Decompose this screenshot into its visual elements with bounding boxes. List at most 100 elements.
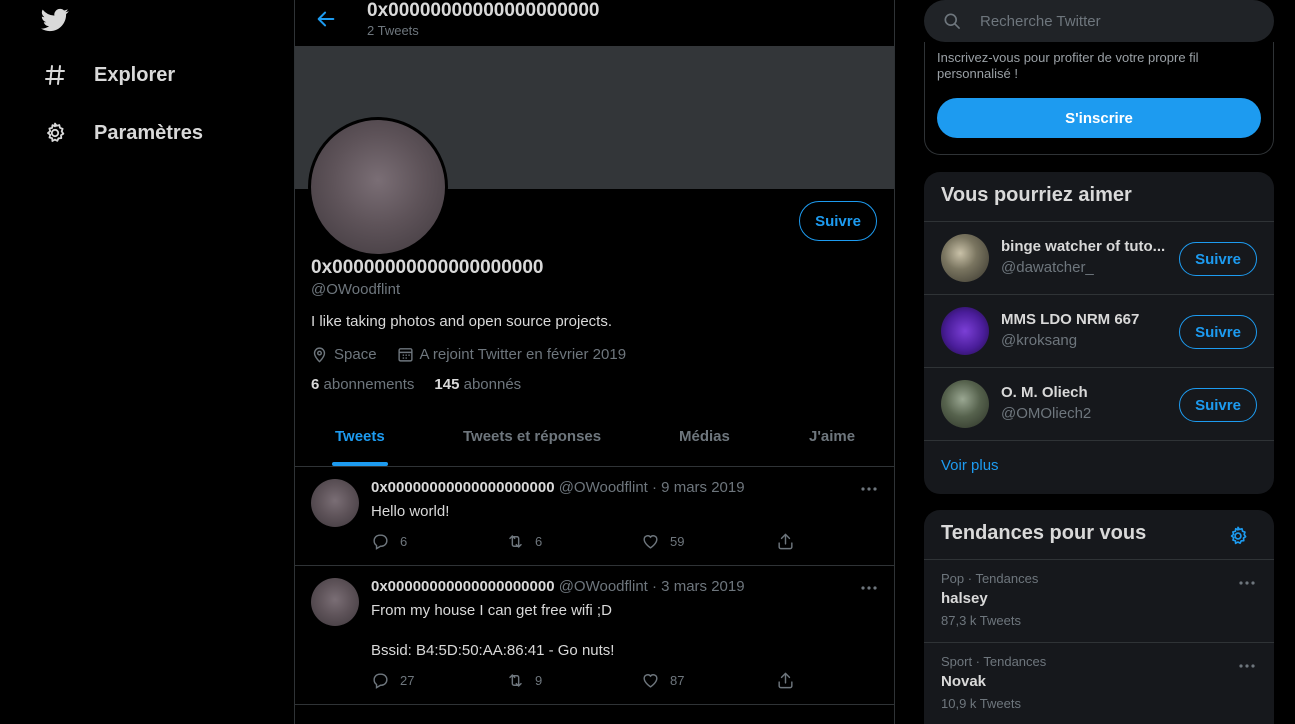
- share-button[interactable]: [776, 671, 911, 690]
- tweet-author-name[interactable]: 0x00000000000000000000: [371, 578, 555, 595]
- nav-item-explorer[interactable]: Explorer: [40, 55, 175, 95]
- reply-icon: [371, 671, 390, 690]
- tweet-text-line: From my house I can get free wifi ;D: [371, 602, 612, 619]
- tweet-text: Hello world!: [371, 503, 450, 520]
- heart-icon: [641, 671, 660, 690]
- trends-card: Tendances pour vous Pop · Tendances hals…: [924, 510, 1274, 724]
- search-icon: [942, 11, 962, 31]
- trend-category: Sport · Tendances: [941, 654, 1047, 669]
- profile-tabs: Tweets Tweets et réponses Médias J'aime: [295, 410, 894, 467]
- following-label: abonnements: [323, 376, 415, 393]
- nav-item-label: Explorer: [94, 63, 176, 86]
- signup-text: Inscrivez-vous pour profiter de votre pr…: [937, 50, 1199, 81]
- share-button[interactable]: [776, 532, 911, 551]
- location-icon: [311, 346, 328, 363]
- more-options-icon[interactable]: [1237, 573, 1257, 593]
- trend-category: Pop · Tendances: [941, 571, 1039, 586]
- tab-jaime[interactable]: J'aime: [809, 428, 855, 445]
- profile-location: Space: [334, 346, 377, 363]
- reply-icon: [371, 532, 390, 551]
- tweet-header: 0x00000000000000000000 @OWoodflint · 3 m…: [371, 578, 745, 595]
- reply-count: 27: [400, 673, 415, 688]
- tweet-actions: 27 9 87: [371, 671, 911, 690]
- signup-button[interactable]: S'inscrire: [937, 98, 1261, 138]
- trend-name: halsey: [941, 590, 988, 607]
- suggestion-name[interactable]: binge watcher of tuto...: [1001, 238, 1171, 255]
- trend-item[interactable]: Sport · Tendances Novak 10,9 k Tweets: [924, 642, 1274, 724]
- tweet-item[interactable]: 0x00000000000000000000 @OWoodflint · 9 m…: [295, 467, 894, 566]
- trend-count: 87,3 k Tweets: [941, 613, 1021, 628]
- followers-count: 145: [434, 376, 460, 393]
- back-arrow-icon[interactable]: [315, 8, 337, 30]
- reply-button[interactable]: 27: [371, 671, 506, 690]
- more-options-icon[interactable]: [859, 578, 879, 598]
- profile-joined: A rejoint Twitter en février 2019: [419, 346, 627, 363]
- suggestions-card: Vous pourriez aimer binge watcher of tut…: [924, 172, 1274, 494]
- following-link[interactable]: 6 abonnements: [311, 376, 414, 393]
- search-input[interactable]: Recherche Twitter: [980, 13, 1101, 30]
- retweet-button[interactable]: 6: [506, 532, 641, 551]
- profile-avatar[interactable]: [308, 117, 448, 257]
- tab-tweets[interactable]: Tweets: [335, 428, 385, 445]
- tweet-count: 2 Tweets: [367, 23, 419, 38]
- reply-count: 6: [400, 534, 408, 549]
- trend-item[interactable]: Pop · Tendances halsey 87,3 k Tweets: [924, 559, 1274, 642]
- nav-item-label: Paramètres: [94, 121, 203, 144]
- voir-plus-link[interactable]: Voir plus: [941, 457, 999, 474]
- suggestion-name[interactable]: O. M. Oliech: [1001, 384, 1171, 401]
- more-options-icon[interactable]: [1237, 656, 1257, 676]
- following-count: 6: [311, 376, 320, 393]
- calendar-icon: [397, 346, 414, 363]
- followers-link[interactable]: 145 abonnés: [434, 376, 521, 393]
- tweet-header: 0x00000000000000000000 @OWoodflint · 9 m…: [371, 479, 745, 496]
- avatar[interactable]: [941, 380, 989, 428]
- retweet-count: 6: [535, 534, 543, 549]
- tab-tweets-et-reponses[interactable]: Tweets et réponses: [463, 428, 601, 445]
- page-title: 0x00000000000000000000: [367, 0, 600, 21]
- tweet-item[interactable]: 0x00000000000000000000 @OWoodflint · 3 m…: [295, 566, 894, 705]
- heart-icon: [641, 532, 660, 551]
- tweet-meta[interactable]: @OWoodflint · 9 mars 2019: [559, 479, 745, 496]
- tweet-avatar[interactable]: [311, 578, 359, 626]
- twitter-logo-icon[interactable]: [40, 6, 70, 34]
- suggestion-item[interactable]: binge watcher of tuto... @dawatcher_ Sui…: [924, 221, 1274, 294]
- tweet-text: From my house I can get free wifi ;D Bss…: [371, 601, 614, 661]
- follow-button[interactable]: Suivre: [1179, 315, 1257, 349]
- avatar[interactable]: [941, 234, 989, 282]
- retweet-button[interactable]: 9: [506, 671, 641, 690]
- profile-handle: @OWoodflint: [311, 281, 401, 298]
- profile-header-bar: 0x00000000000000000000 2 Tweets: [295, 0, 894, 46]
- tweet-author-name[interactable]: 0x00000000000000000000: [371, 479, 555, 496]
- suggestion-item[interactable]: O. M. Oliech @OMOliech2 Suivre: [924, 367, 1274, 440]
- like-button[interactable]: 59: [641, 532, 776, 551]
- nav-item-parametres[interactable]: Paramètres: [40, 113, 203, 153]
- tab-medias[interactable]: Médias: [679, 428, 730, 445]
- suggestion-handle[interactable]: @OMOliech2: [1001, 405, 1091, 422]
- trends-title: Tendances pour vous: [941, 522, 1147, 544]
- tweet-meta[interactable]: @OWoodflint · 3 mars 2019: [559, 578, 745, 595]
- avatar[interactable]: [941, 307, 989, 355]
- retweet-icon: [506, 671, 525, 690]
- search-bar[interactable]: Recherche Twitter: [924, 0, 1274, 42]
- retweet-icon: [506, 532, 525, 551]
- tweet-actions: 6 6 59: [371, 532, 911, 551]
- follow-button[interactable]: Suivre: [1179, 388, 1257, 422]
- trends-settings-icon[interactable]: [1227, 525, 1249, 547]
- follow-button[interactable]: Suivre: [799, 201, 877, 241]
- reply-button[interactable]: 6: [371, 532, 506, 551]
- followers-label: abonnés: [463, 376, 522, 393]
- like-button[interactable]: 87: [641, 671, 776, 690]
- more-options-icon[interactable]: [859, 479, 879, 499]
- suggestion-handle[interactable]: @dawatcher_: [1001, 259, 1094, 276]
- trend-count: 10,9 k Tweets: [941, 696, 1021, 711]
- suggestion-handle[interactable]: @kroksang: [1001, 332, 1077, 349]
- hashtag-icon: [40, 60, 70, 90]
- trend-name: Novak: [941, 673, 987, 690]
- suggestion-name[interactable]: MMS LDO NRM 667: [1001, 311, 1171, 328]
- follow-button[interactable]: Suivre: [1179, 242, 1257, 276]
- suggestion-item[interactable]: MMS LDO NRM 667 @kroksang Suivre: [924, 294, 1274, 367]
- tweet-avatar[interactable]: [311, 479, 359, 527]
- like-count: 59: [670, 534, 685, 549]
- suggestions-title: Vous pourriez aimer: [941, 184, 1132, 206]
- signup-card: Inscrivez-vous pour profiter de votre pr…: [924, 42, 1274, 155]
